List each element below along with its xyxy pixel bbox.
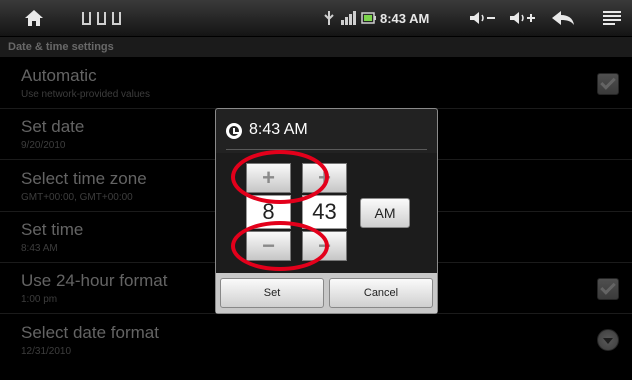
battery-icon xyxy=(360,0,378,36)
back-icon[interactable] xyxy=(548,0,578,36)
home-icon[interactable] xyxy=(22,0,46,36)
hour-decrement-button[interactable]: − xyxy=(246,231,291,261)
dialog-button-bar: Set Cancel xyxy=(216,273,437,313)
status-time: 8:43 AM xyxy=(380,10,430,26)
menu-icon[interactable] xyxy=(592,0,632,36)
cancel-button[interactable]: Cancel xyxy=(329,278,433,308)
time-picker: + 8 − + 43 − AM xyxy=(216,153,437,273)
dialog-title: 8:43 AM xyxy=(249,121,308,138)
clock-icon xyxy=(226,123,242,139)
notification-icon[interactable] xyxy=(70,0,132,36)
minute-field[interactable]: 43 xyxy=(302,195,347,229)
am-pm-toggle-button[interactable]: AM xyxy=(360,198,410,228)
hour-field[interactable]: 8 xyxy=(246,195,291,229)
usb-icon xyxy=(322,0,336,36)
volume-down-icon[interactable] xyxy=(466,0,500,36)
hour-increment-button[interactable]: + xyxy=(246,163,291,193)
dialog-divider xyxy=(226,149,427,150)
volume-up-icon[interactable] xyxy=(506,0,540,36)
time-picker-dialog: 8:43 AM + 8 − + 43 − AM Set Cancel xyxy=(215,108,438,314)
minute-decrement-button[interactable]: − xyxy=(302,231,347,261)
notification-icon xyxy=(81,11,91,25)
minute-increment-button[interactable]: + xyxy=(302,163,347,193)
signal-icon xyxy=(338,0,360,36)
notification-icon xyxy=(96,11,106,25)
set-button[interactable]: Set xyxy=(220,278,324,308)
dialog-header: 8:43 AM xyxy=(216,109,437,151)
notification-icon xyxy=(111,11,121,25)
